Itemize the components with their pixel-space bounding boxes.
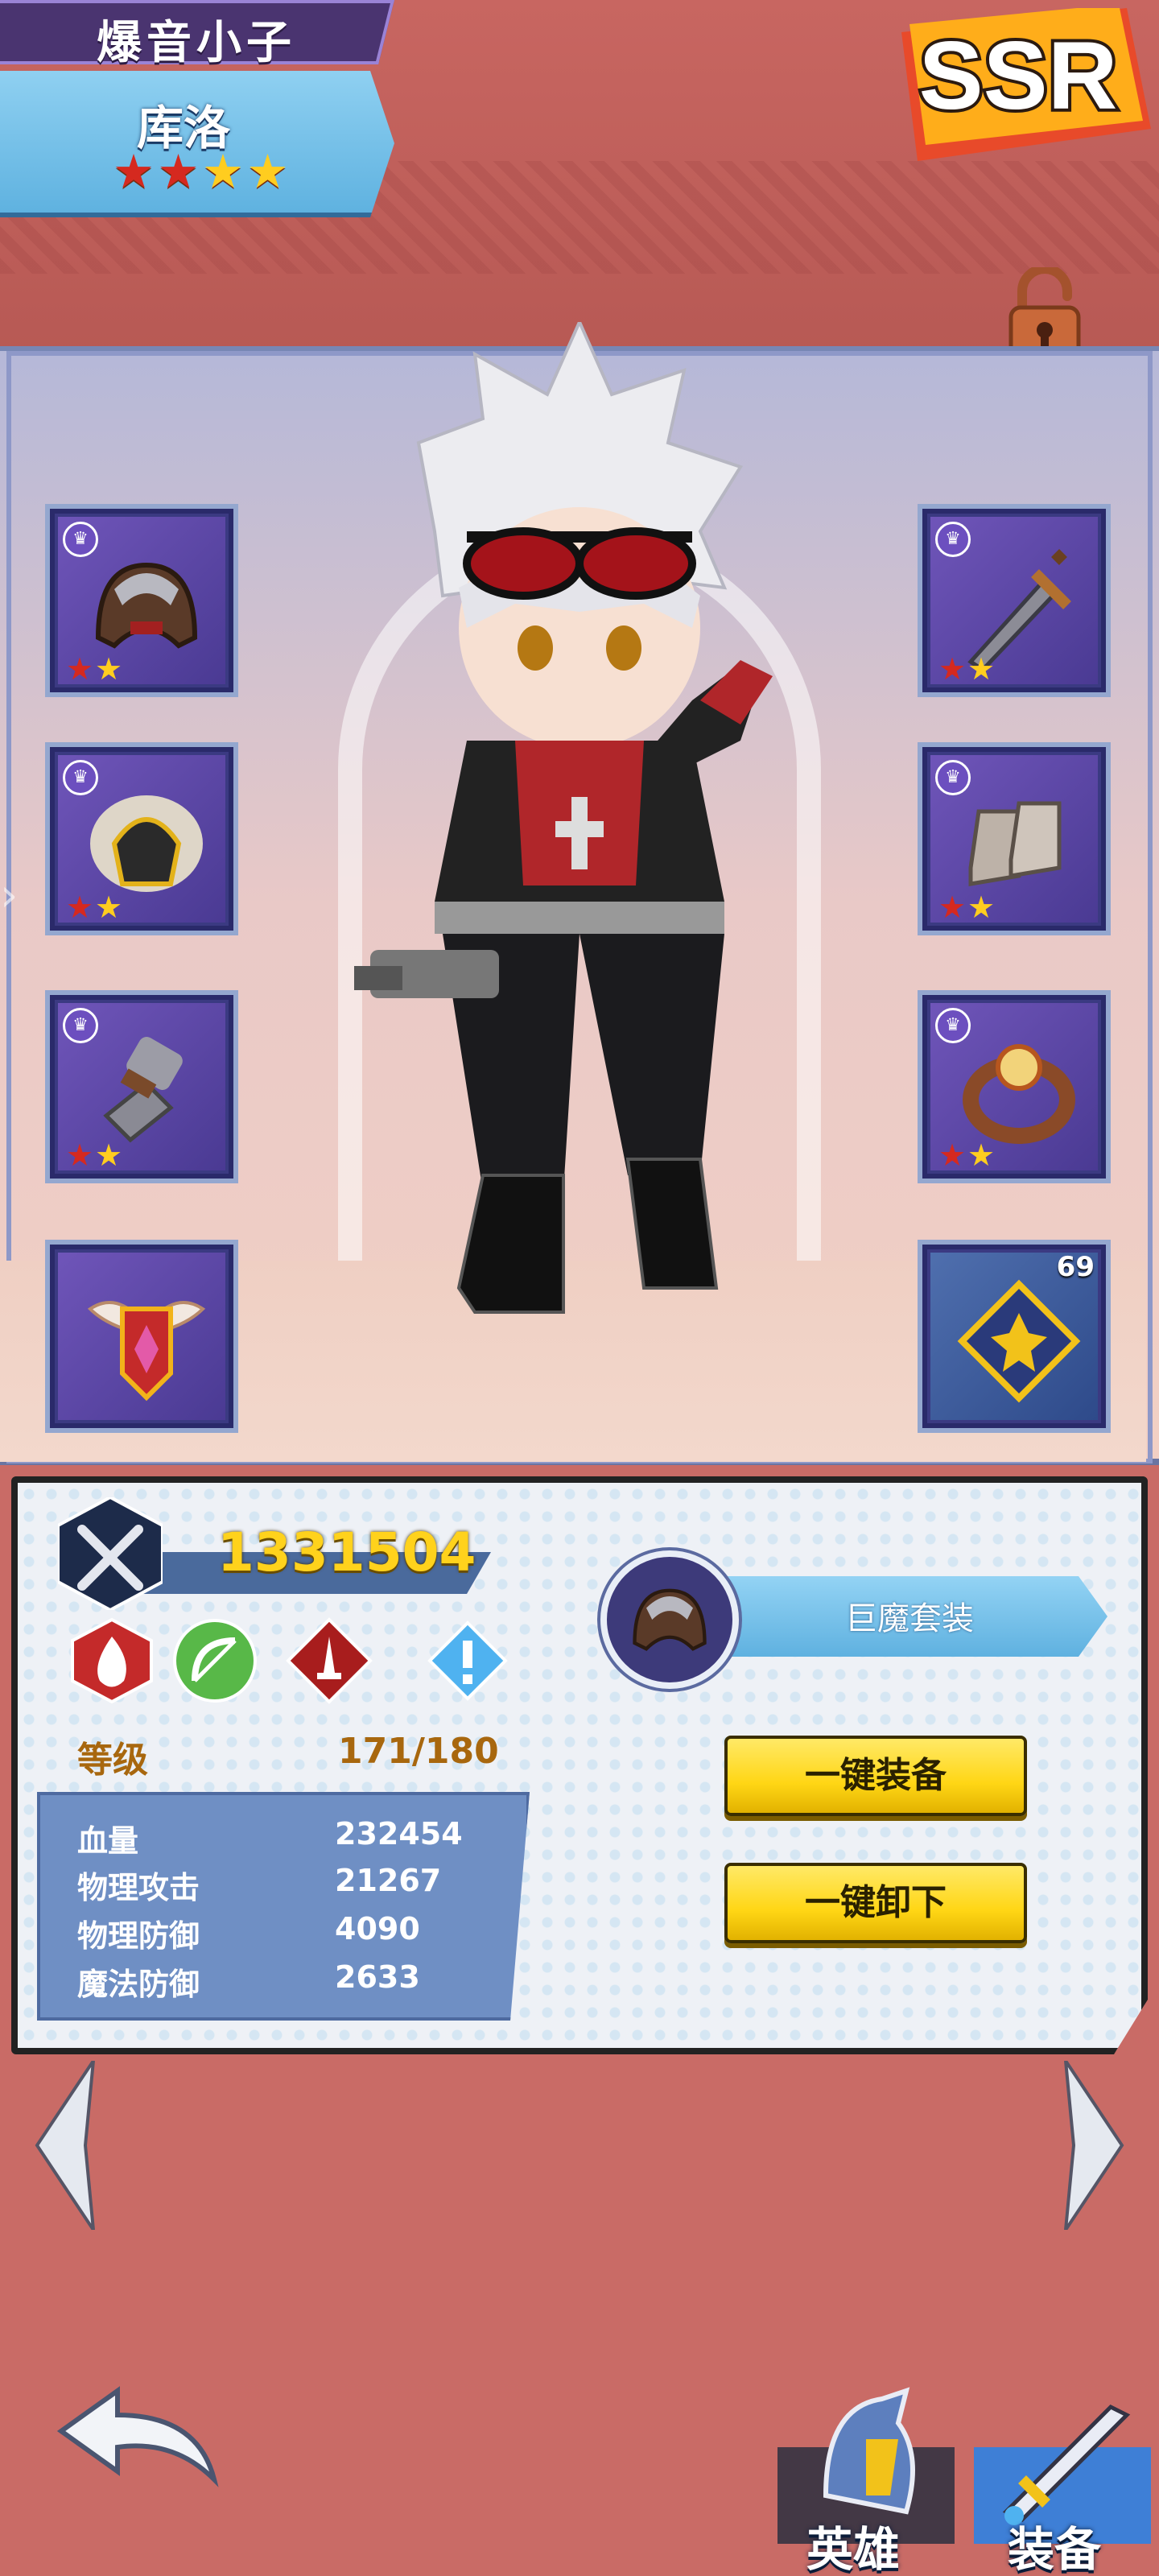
stat-label: 魔法防御 — [77, 1967, 200, 2002]
level-label: 等级 — [77, 1740, 148, 1781]
item-star-rating: ★ ★ — [66, 651, 123, 687]
stat-label: 物理防御 — [77, 1918, 200, 1954]
helmet-icon — [95, 562, 198, 649]
hero-star-rating: ★ ★ ★ ★ — [113, 144, 290, 206]
hero-character[interactable] — [322, 318, 837, 1352]
sword-icon — [967, 549, 1071, 670]
equip-slot-emblem[interactable] — [45, 1240, 238, 1433]
stat-row-physical-attack: 物理攻击 21267 — [77, 1863, 480, 1905]
stat-label: 物理攻击 — [77, 1870, 200, 1905]
back-arrow-icon[interactable] — [53, 2383, 222, 2487]
dagger-icon[interactable] — [285, 1616, 373, 1705]
stat-row-hp: 血量 232454 — [77, 1816, 480, 1859]
bow-icon[interactable] — [171, 1616, 259, 1705]
winged-emblem-icon — [87, 1301, 206, 1402]
stat-value: 232454 — [335, 1816, 463, 1852]
unequip-all-button[interactable]: 一键卸下 — [724, 1863, 1027, 1943]
equip-slot-ring[interactable]: ♛ ★ ★ — [918, 990, 1111, 1183]
item-star-rating: ★ ★ — [66, 890, 123, 925]
combat-power: 1331504 — [217, 1521, 476, 1583]
hero-title: 爆音小子 — [97, 17, 296, 69]
equip-all-button[interactable]: 一键装备 — [724, 1736, 1027, 1816]
equipment-set-name[interactable]: 巨魔套装 — [805, 1592, 1014, 1641]
ssr-text: SSR — [919, 22, 1118, 130]
stat-label: 血量 — [77, 1823, 139, 1859]
item-star-rating: ★ ★ — [938, 1137, 996, 1173]
star-icon: ★ — [202, 144, 244, 199]
rune-icon — [957, 1279, 1081, 1403]
stat-value: 21267 — [335, 1863, 442, 1898]
item-star-rating: ★ ★ — [938, 651, 996, 687]
equip-slot-boots[interactable]: ♛ ★ ★ — [918, 742, 1111, 935]
item-star-rating: ★ ★ — [938, 890, 996, 925]
tab-hero-label[interactable]: 英雄 — [773, 2512, 934, 2576]
equip-slot-weapon[interactable]: ♛ ★ ★ — [918, 504, 1111, 697]
ring-icon — [963, 1044, 1075, 1144]
stat-row-magic-defense: 魔法防御 2633 — [77, 1959, 480, 2002]
equip-slot-rune[interactable]: 69 — [918, 1240, 1111, 1433]
left-edge-arrow-icon[interactable]: › — [0, 869, 24, 922]
tab-equipment-label[interactable]: 装备 — [974, 2512, 1135, 2576]
helmet-icon — [633, 1588, 707, 1651]
equip-slot-armor[interactable]: ♛ ★ ★ — [45, 742, 238, 935]
hero-name: 库洛 — [137, 101, 231, 155]
equip-slot-helmet[interactable]: ♛ ★ ★ — [45, 504, 238, 697]
ssr-rarity-badge: SSR — [901, 8, 1151, 161]
equip-slot-gauntlet[interactable]: ♛ ★ ★ — [45, 990, 238, 1183]
previous-hero-arrow-icon[interactable] — [29, 2061, 101, 2230]
crossed-swords-icon — [58, 1497, 163, 1610]
level-value: 171/180 — [338, 1731, 499, 1772]
equipment-set-icon[interactable] — [600, 1550, 739, 1689]
boots-icon — [968, 801, 1062, 886]
alert-icon[interactable] — [423, 1616, 512, 1705]
item-star-rating: ★ ★ — [66, 1137, 123, 1173]
star-icon: ★ — [113, 144, 155, 199]
next-hero-arrow-icon[interactable] — [1058, 2061, 1130, 2230]
stat-value: 4090 — [335, 1911, 420, 1946]
star-icon: ★ — [157, 144, 200, 199]
fire-icon[interactable] — [68, 1616, 156, 1705]
fur-armor-icon — [90, 795, 203, 892]
gauntlet-icon — [103, 1037, 183, 1143]
stat-row-physical-defense: 物理防御 4090 — [77, 1911, 480, 1954]
star-icon: ★ — [246, 144, 289, 199]
stat-value: 2633 — [335, 1959, 420, 1995]
